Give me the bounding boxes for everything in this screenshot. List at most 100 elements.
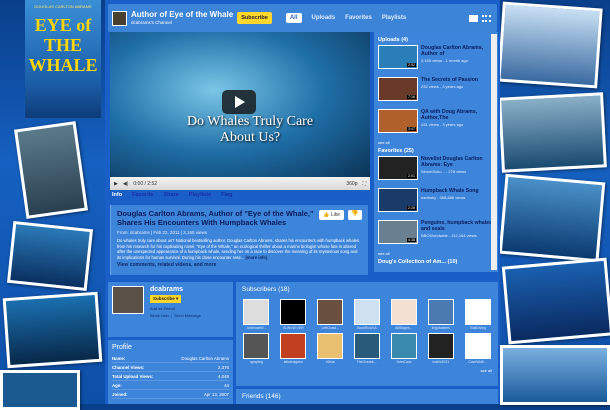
- subscriber-avatar[interactable]: [464, 299, 491, 325]
- subscriber-name[interactable]: LeftCoast...: [321, 326, 338, 330]
- subscriber[interactable]: CaveWolfi...: [463, 333, 492, 364]
- video-meta: SimonSchu... - 278 views: [421, 169, 467, 174]
- subscriber-name[interactable]: rgrayling: [250, 360, 263, 364]
- video-link[interactable]: Douglas Carlton Abrams, Author of: [421, 45, 494, 57]
- favorites-see-all[interactable]: see all: [378, 251, 494, 256]
- video-list-item[interactable]: 4:38 Penguins, humpback whales and seals B…: [378, 220, 494, 248]
- favorites-heading[interactable]: Favorites (25): [378, 148, 494, 154]
- subscribe-button[interactable]: Subscribe: [237, 12, 272, 24]
- tab-favorite[interactable]: Favorite: [132, 192, 153, 198]
- subscriber-avatar[interactable]: [390, 333, 417, 359]
- video-list-item[interactable]: 2:01 Novelist Douglas Carlton Abrams: Eye…: [378, 156, 494, 184]
- subscriber-name[interactable]: 42ivia: [326, 360, 335, 364]
- player-controls: ▶ ◀) 0:00 / 2:52 360p ⛶: [110, 177, 370, 190]
- uploads-heading[interactable]: Uploads (4): [378, 37, 494, 43]
- tab-all[interactable]: All: [285, 13, 302, 23]
- subscriber-name[interactable]: 4egofwaters: [431, 326, 449, 330]
- subscriber-avatar[interactable]: [427, 333, 454, 359]
- video-thumbnail[interactable]: 3:47: [378, 109, 418, 133]
- subscriber-name[interactable]: AllStages...: [395, 326, 412, 330]
- video-thumbnail[interactable]: 2:01: [378, 156, 418, 180]
- video-link[interactable]: The Secrets of Passion: [421, 77, 478, 83]
- video-link[interactable]: Novelist Douglas Carlton Abrams: Eye: [421, 156, 494, 168]
- subscriber-avatar[interactable]: [464, 333, 491, 359]
- channel-name[interactable]: dcabrams's Channel: [131, 20, 172, 25]
- subscriber[interactable]: 4egofwaters: [426, 299, 455, 330]
- subscriber-name[interactable]: lalivenagann: [284, 360, 303, 364]
- subscriber-name[interactable]: AmbroseW...: [247, 326, 266, 330]
- like-button[interactable]: 👍 Like: [319, 210, 344, 220]
- subscribers-see-all[interactable]: see all: [242, 368, 492, 373]
- channel-avatar[interactable]: [112, 10, 127, 26]
- video-title[interactable]: Douglas Carlton Abrams, Author of "Eye o…: [117, 209, 317, 227]
- subscriber[interactable]: AmbroseW...: [242, 299, 271, 330]
- play-button-icon[interactable]: ▶: [114, 181, 118, 187]
- subscriber-name[interactable]: JohnCaus: [396, 360, 411, 364]
- tab-share[interactable]: Share: [164, 192, 179, 198]
- subscriber-avatar[interactable]: [317, 333, 344, 359]
- video-link[interactable]: QA with Doug Abrams, Author,The: [421, 109, 494, 121]
- book-author: DOUGLAS CARLTON ABRAMS: [34, 4, 92, 9]
- subscriber-name[interactable]: TotalDiving: [469, 326, 486, 330]
- volume-icon[interactable]: ◀): [123, 181, 129, 187]
- video-list-item[interactable]: 7:16 The Secrets of Passion 232 views - 3 …: [378, 77, 494, 105]
- fullscreen-icon[interactable]: ⛶: [362, 181, 366, 187]
- tab-info[interactable]: Info: [112, 192, 122, 198]
- playlist-heading[interactable]: Doug's Collection of Am... (10): [378, 259, 494, 265]
- video-player[interactable]: Do Whales Truly Care About Us?: [110, 32, 370, 177]
- play-icon[interactable]: [222, 90, 256, 114]
- player-view-icon[interactable]: [469, 14, 478, 22]
- dislike-button[interactable]: 👎: [348, 210, 362, 220]
- video-thumbnail[interactable]: 4:38: [378, 220, 418, 244]
- subscriber[interactable]: TotalDiving: [463, 299, 492, 330]
- subscriber-avatar[interactable]: [353, 333, 380, 359]
- video-link[interactable]: Penguins, humpback whales and seals: [421, 220, 494, 232]
- tab-flag[interactable]: Flag: [221, 192, 232, 198]
- view-more-link[interactable]: View comments, related videos, and more: [117, 262, 362, 268]
- video-list-item[interactable]: 2:28 Humpback Whale Song earthsky - 368,68…: [378, 188, 494, 216]
- subscriber-avatar[interactable]: [317, 299, 344, 325]
- subscriber[interactable]: SUNV4EVER: [279, 299, 308, 330]
- subscriber-avatar[interactable]: [243, 333, 270, 359]
- tab-uploads[interactable]: Uploads: [312, 15, 336, 21]
- subscriber-name[interactable]: CaveWolfi...: [468, 360, 486, 364]
- video-thumbnail[interactable]: 7:16: [378, 77, 418, 101]
- send-message-link[interactable]: Send Message: [174, 313, 201, 318]
- add-friend-link[interactable]: Add as Friend: [150, 306, 175, 311]
- tab-playlists-add[interactable]: Playlists: [189, 192, 211, 198]
- subscriber[interactable]: TheOceanL...: [353, 333, 382, 364]
- subscriber-name[interactable]: matrix2021: [432, 360, 449, 364]
- subscriber[interactable]: AllStages...: [389, 299, 418, 330]
- scrollbar[interactable]: [491, 34, 497, 270]
- block-user-link[interactable]: Block User: [150, 313, 169, 318]
- uploads-see-all[interactable]: see all: [378, 140, 494, 145]
- more-info-link[interactable]: (more info): [245, 255, 267, 260]
- subscriber-avatar[interactable]: [353, 299, 380, 325]
- tab-playlists[interactable]: Playlists: [382, 15, 406, 21]
- profile-subscribe-button[interactable]: Subscribe ▾: [150, 295, 182, 303]
- video-thumbnail[interactable]: 2:28: [378, 188, 418, 212]
- quality-button[interactable]: 360p: [346, 181, 357, 187]
- subscriber-name[interactable]: SUNV4EVER: [283, 326, 304, 330]
- subscriber-name[interactable]: TheOceanL...: [357, 360, 378, 364]
- subscriber[interactable]: lalivenagann: [279, 333, 308, 364]
- subscriber-name[interactable]: BookRixUSA: [357, 326, 377, 330]
- avatar[interactable]: [112, 286, 144, 314]
- video-list-item[interactable]: 2:52 Douglas Carlton Abrams, Author of 3,1…: [378, 45, 494, 73]
- subscriber[interactable]: 42ivia: [316, 333, 345, 364]
- subscriber[interactable]: matrix2021: [426, 333, 455, 364]
- video-thumbnail[interactable]: 2:52: [378, 45, 418, 69]
- subscriber[interactable]: BookRixUSA: [353, 299, 382, 330]
- subscriber[interactable]: JohnCaus: [389, 333, 418, 364]
- subscriber-avatar[interactable]: [243, 299, 270, 325]
- video-list-item[interactable]: 3:47 QA with Doug Abrams, Author,The 431 v…: [378, 109, 494, 137]
- tab-favorites[interactable]: Favorites: [345, 15, 372, 21]
- video-link[interactable]: Humpback Whale Song: [421, 188, 479, 194]
- subscriber-avatar[interactable]: [390, 299, 417, 325]
- grid-view-icon[interactable]: [482, 14, 491, 22]
- subscriber-avatar[interactable]: [427, 299, 454, 325]
- subscriber[interactable]: rgrayling: [242, 333, 271, 364]
- subscriber[interactable]: LeftCoast...: [316, 299, 345, 330]
- subscriber-avatar[interactable]: [280, 333, 307, 359]
- subscriber-avatar[interactable]: [280, 299, 307, 325]
